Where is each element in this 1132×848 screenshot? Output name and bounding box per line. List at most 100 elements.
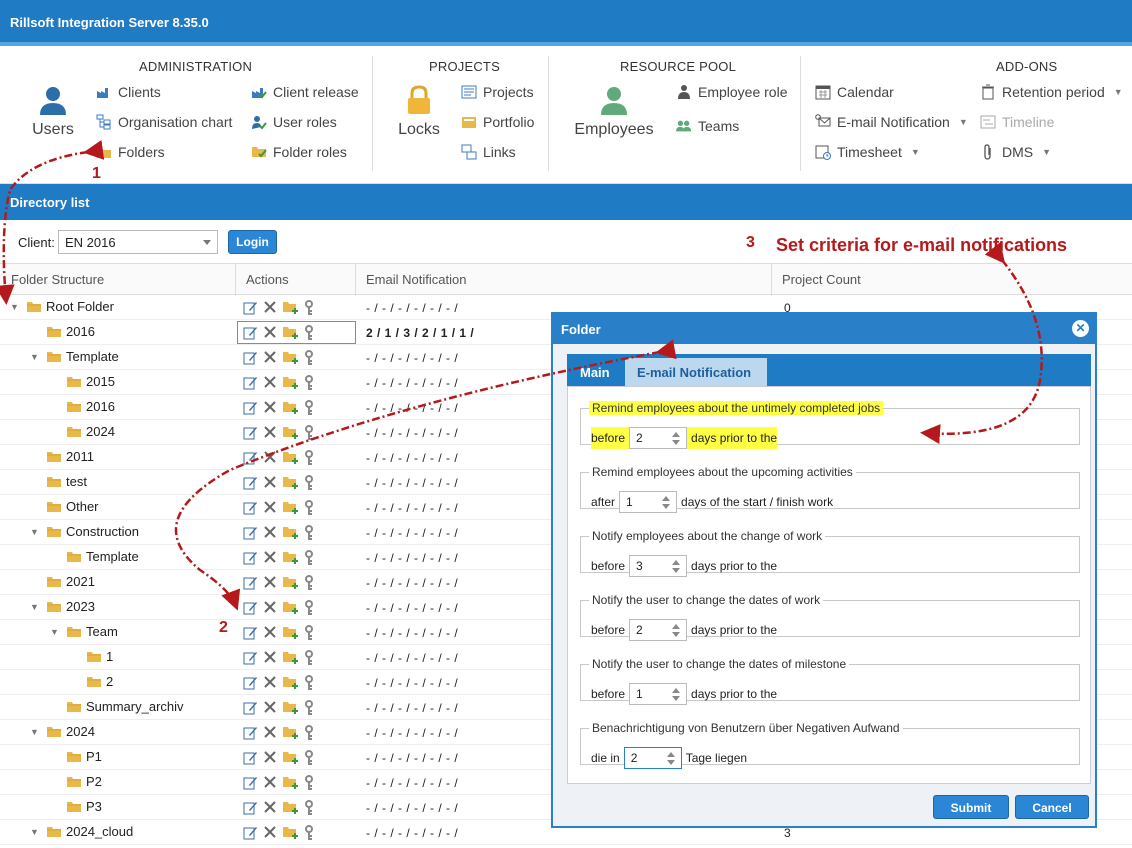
add-folder-icon[interactable] (282, 725, 299, 739)
delete-icon[interactable] (263, 750, 277, 764)
delete-icon[interactable] (263, 700, 277, 714)
delete-icon[interactable] (263, 800, 277, 814)
header-email-notification[interactable]: Email Notification (366, 272, 466, 287)
edit-icon[interactable] (243, 375, 258, 390)
folders-button[interactable]: Folders (96, 144, 165, 160)
login-button[interactable]: Login (228, 230, 277, 254)
delete-icon[interactable] (263, 450, 277, 464)
chevron-down-icon[interactable] (666, 760, 675, 765)
chevron-up-icon[interactable] (662, 496, 671, 501)
add-folder-icon[interactable] (282, 375, 299, 389)
key-icon[interactable] (304, 400, 314, 416)
delete-icon[interactable] (263, 675, 277, 689)
add-folder-icon[interactable] (282, 400, 299, 414)
add-folder-icon[interactable] (282, 575, 299, 589)
delete-icon[interactable] (263, 650, 277, 664)
portfolio-button[interactable]: Portfolio (461, 114, 534, 130)
header-project-count[interactable]: Project Count (782, 272, 861, 287)
add-folder-icon[interactable] (282, 750, 299, 764)
key-icon[interactable] (304, 575, 314, 591)
links-button[interactable]: Links (461, 144, 516, 160)
add-folder-icon[interactable] (282, 625, 299, 639)
edit-icon[interactable] (243, 700, 258, 715)
days-stepper[interactable]: 1 (629, 683, 688, 705)
projects-button[interactable]: Projects (461, 84, 534, 100)
retention-period-menu[interactable]: Retention period ▼ (980, 84, 1123, 100)
folder-roles-button[interactable]: Folder roles (251, 144, 347, 160)
days-stepper[interactable]: 2 (623, 747, 682, 769)
org-chart-button[interactable]: Organisation chart (96, 114, 232, 130)
delete-icon[interactable] (263, 525, 277, 539)
key-icon[interactable] (304, 750, 314, 766)
expand-toggle-icon[interactable]: ▼ (30, 527, 42, 537)
calendar-button[interactable]: Calendar (815, 84, 894, 100)
add-folder-icon[interactable] (282, 675, 299, 689)
delete-icon[interactable] (263, 400, 277, 414)
locks-button[interactable]: Locks (396, 84, 442, 139)
add-folder-icon[interactable] (282, 650, 299, 664)
edit-icon[interactable] (243, 825, 258, 840)
key-icon[interactable] (304, 675, 314, 691)
teams-button[interactable]: Teams (676, 118, 739, 134)
edit-icon[interactable] (243, 625, 258, 640)
clients-button[interactable]: Clients (96, 84, 161, 100)
expand-toggle-icon[interactable]: ▼ (30, 727, 42, 737)
delete-icon[interactable] (263, 475, 277, 489)
edit-icon[interactable] (243, 550, 258, 565)
days-stepper[interactable]: 3 (629, 555, 688, 577)
add-folder-icon[interactable] (282, 350, 299, 364)
edit-icon[interactable] (243, 775, 258, 790)
key-icon[interactable] (304, 350, 314, 366)
days-stepper[interactable]: 1 (619, 491, 678, 513)
chevron-down-icon[interactable] (672, 568, 681, 573)
edit-icon[interactable] (243, 500, 258, 515)
expand-toggle-icon[interactable]: ▼ (30, 602, 42, 612)
timesheet-menu[interactable]: Timesheet ▼ (815, 144, 920, 160)
add-folder-icon[interactable] (282, 800, 299, 814)
delete-icon[interactable] (263, 575, 277, 589)
tab-email-notification[interactable]: E-mail Notification (625, 358, 767, 386)
key-icon[interactable] (304, 650, 314, 666)
edit-icon[interactable] (243, 475, 258, 490)
edit-icon[interactable] (243, 450, 258, 465)
key-icon[interactable] (304, 425, 314, 441)
delete-icon[interactable] (263, 550, 277, 564)
key-icon[interactable] (304, 800, 314, 816)
delete-icon[interactable] (263, 725, 277, 739)
edit-icon[interactable] (243, 750, 258, 765)
close-icon[interactable]: ✕ (1072, 320, 1089, 337)
edit-icon[interactable] (243, 425, 258, 440)
edit-icon[interactable] (243, 525, 258, 540)
delete-icon[interactable] (263, 300, 277, 314)
add-folder-icon[interactable] (282, 550, 299, 564)
chevron-up-icon[interactable] (672, 432, 681, 437)
edit-icon[interactable] (243, 600, 258, 615)
key-icon[interactable] (304, 825, 314, 841)
submit-button[interactable]: Submit (933, 795, 1009, 819)
edit-icon[interactable] (243, 300, 258, 315)
add-folder-icon[interactable] (282, 450, 299, 464)
timeline-button[interactable]: Timeline (980, 114, 1054, 130)
add-folder-icon[interactable] (282, 600, 299, 614)
edit-icon[interactable] (243, 725, 258, 740)
key-icon[interactable] (304, 625, 314, 641)
key-icon[interactable] (304, 550, 314, 566)
key-icon[interactable] (304, 375, 314, 391)
user-roles-button[interactable]: User roles (251, 114, 337, 130)
add-folder-icon[interactable] (282, 475, 299, 489)
key-icon[interactable] (304, 775, 314, 791)
delete-icon[interactable] (263, 825, 277, 839)
delete-icon[interactable] (263, 500, 277, 514)
dms-menu[interactable]: DMS ▼ (980, 144, 1051, 160)
chevron-down-icon[interactable] (662, 504, 671, 509)
add-folder-icon[interactable] (282, 500, 299, 514)
chevron-down-icon[interactable] (672, 696, 681, 701)
expand-toggle-icon[interactable]: ▼ (10, 302, 22, 312)
cancel-button[interactable]: Cancel (1015, 795, 1089, 819)
expand-toggle-icon[interactable]: ▼ (30, 352, 42, 362)
edit-icon[interactable] (243, 675, 258, 690)
days-stepper[interactable]: 2 (629, 427, 688, 449)
delete-icon[interactable] (263, 600, 277, 614)
key-icon[interactable] (304, 725, 314, 741)
chevron-up-icon[interactable] (672, 624, 681, 629)
